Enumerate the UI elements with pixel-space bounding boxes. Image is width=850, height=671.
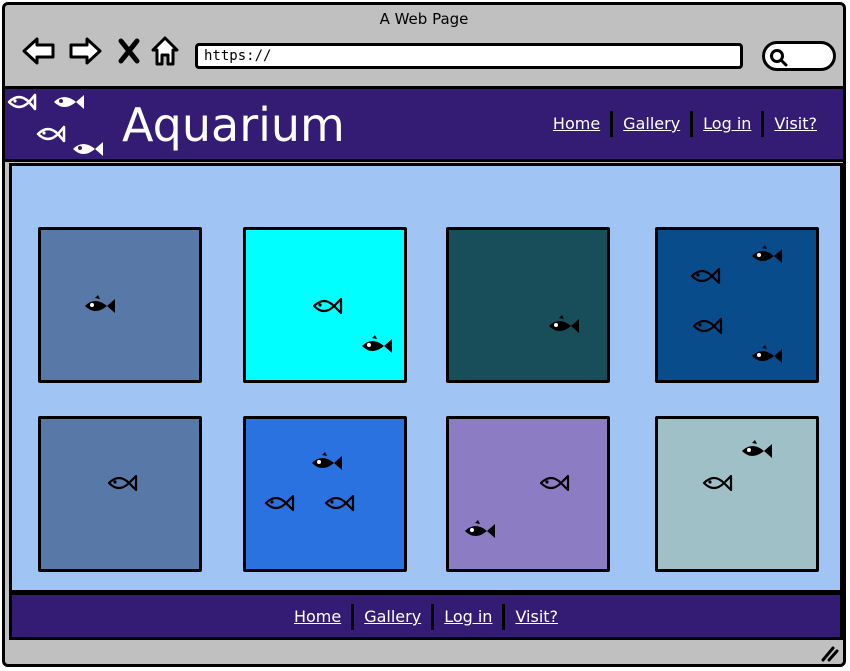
- fish-outline-icon: [690, 267, 721, 285]
- search-icon: [770, 49, 788, 67]
- search-input[interactable]: [762, 41, 836, 71]
- top-navigation: Home Gallery Log in Visit?: [543, 111, 827, 137]
- fish-outline-icon: [312, 297, 343, 315]
- forward-button[interactable]: [67, 33, 103, 69]
- site-logo-text: Aquarium: [122, 98, 345, 152]
- window-title: A Web Page: [379, 10, 469, 28]
- site-header: Aquarium Home Gallery Log in Visit?: [5, 86, 843, 162]
- nav-link-login[interactable]: Log in: [693, 111, 761, 137]
- footer-link-gallery[interactable]: Gallery: [354, 604, 431, 630]
- fish-outline-icon: [702, 474, 733, 492]
- fish-outline-icon: [107, 474, 138, 492]
- close-x-icon: [118, 38, 140, 64]
- fish-solid-icon: [312, 452, 342, 470]
- url-input[interactable]: https://: [195, 43, 743, 69]
- gallery-tile[interactable]: [446, 416, 610, 572]
- footer-link-home[interactable]: Home: [284, 604, 351, 630]
- nav-link-gallery[interactable]: Gallery: [613, 111, 690, 137]
- browser-window: A Web Page https:// Aquarium Home Galler…: [2, 2, 846, 667]
- fish-outline-icon: [692, 317, 723, 335]
- fish-outline-icon: [7, 93, 37, 111]
- nav-link-home[interactable]: Home: [543, 111, 610, 137]
- nav-link-visit[interactable]: Visit?: [764, 111, 827, 137]
- resize-handle-icon[interactable]: [819, 644, 839, 662]
- forward-arrow-icon: [69, 37, 102, 65]
- fish-solid-icon: [752, 245, 782, 263]
- gallery-area: [9, 163, 843, 593]
- fish-solid-icon: [85, 295, 115, 313]
- gallery-tile[interactable]: [243, 416, 407, 572]
- fish-solid-icon: [549, 315, 579, 333]
- fish-solid-icon: [465, 520, 495, 538]
- gallery-tile[interactable]: [655, 416, 819, 572]
- site-footer: Home Gallery Log in Visit?: [9, 592, 843, 640]
- fish-outline-icon: [36, 125, 66, 143]
- gallery-tile[interactable]: [38, 416, 202, 572]
- gallery-tile[interactable]: [655, 227, 819, 383]
- footer-link-login[interactable]: Log in: [434, 604, 502, 630]
- fish-outline-icon: [539, 474, 570, 492]
- fish-outline-icon: [264, 494, 295, 512]
- gallery-tile[interactable]: [243, 227, 407, 383]
- gallery-tile[interactable]: [446, 227, 610, 383]
- footer-navigation: Home Gallery Log in Visit?: [12, 604, 840, 630]
- fish-solid-icon: [752, 345, 782, 363]
- back-button[interactable]: [21, 33, 57, 69]
- back-arrow-icon: [22, 37, 55, 65]
- fish-solid-icon: [73, 142, 103, 156]
- footer-link-visit[interactable]: Visit?: [505, 604, 568, 630]
- gallery-tile[interactable]: [38, 227, 202, 383]
- home-button[interactable]: [147, 33, 183, 69]
- home-icon: [151, 36, 179, 66]
- fish-solid-icon: [742, 440, 772, 458]
- fish-outline-icon: [324, 494, 355, 512]
- fish-solid-icon: [54, 95, 84, 109]
- fish-solid-icon: [362, 335, 392, 353]
- stop-button[interactable]: [111, 33, 147, 69]
